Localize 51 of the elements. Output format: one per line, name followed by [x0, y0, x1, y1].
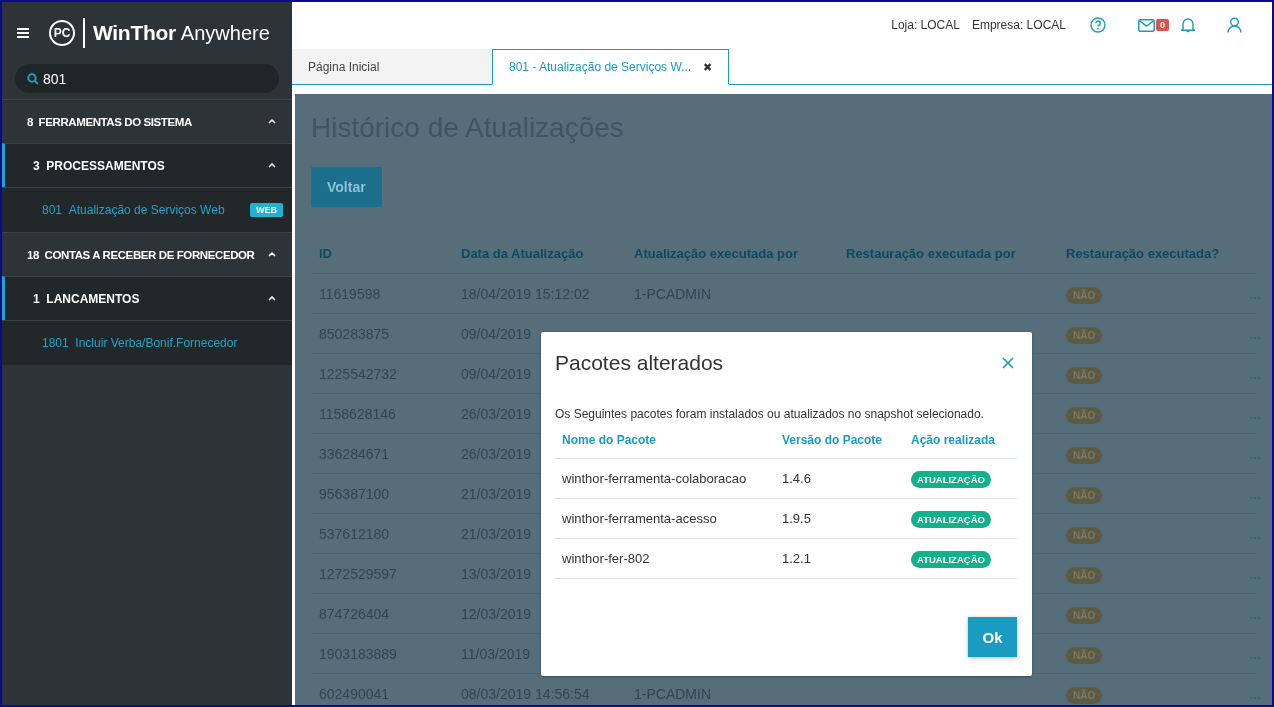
more-icon[interactable] — [1250, 376, 1260, 379]
product-name: Anywhere — [180, 21, 270, 45]
brand-name: WinThor — [93, 21, 176, 45]
more-icon[interactable] — [1250, 496, 1260, 499]
mail-icon[interactable] — [1138, 18, 1155, 32]
more-icon[interactable] — [1250, 296, 1260, 299]
more-icon[interactable] — [1250, 456, 1260, 459]
more-icon[interactable] — [1250, 336, 1260, 339]
more-icon[interactable] — [1250, 576, 1260, 579]
mail-count-badge: 0 — [1156, 18, 1169, 31]
menu-icon[interactable] — [17, 28, 29, 38]
table-cell: winthor-ferramenta-colaboracao — [562, 471, 747, 486]
tab[interactable]: Página Inicial — [292, 49, 492, 84]
more-icon[interactable] — [1250, 656, 1260, 659]
company-label: Empresa: LOCAL — [971, 18, 1066, 32]
menu-subgroup[interactable]: 3 PROCESSAMENTOS — [2, 143, 292, 187]
close-tab-icon[interactable]: ✖ — [703, 60, 713, 74]
tab[interactable]: 801 - Atualização de Serviços W... ✖ — [492, 49, 730, 85]
dialog-message: Os Seguintes pacotes foram instalados ou atualizados no snapshot selecionado. — [555, 407, 985, 421]
column-header: Ação realizada — [911, 433, 996, 447]
search-icon — [27, 73, 39, 85]
more-icon[interactable] — [1250, 616, 1260, 619]
column-header: Restauração executada? — [1066, 245, 1221, 261]
column-header: Data da Atualização — [461, 245, 585, 261]
table-cell: 1.2.1 — [782, 551, 811, 566]
more-icon[interactable] — [1250, 416, 1260, 419]
more-icon[interactable] — [1250, 696, 1260, 699]
action-badge: ATUALIZAÇÃO — [911, 471, 991, 488]
column-header: Nome do Pacote — [562, 433, 657, 447]
store-label: Loja: LOCAL — [891, 18, 960, 32]
menu-item[interactable]: 801 Atualização de Serviços Web — [42, 203, 225, 217]
help-icon[interactable] — [1090, 17, 1106, 33]
action-badge: ATUALIZAÇÃO — [911, 511, 991, 528]
close-icon[interactable] — [1002, 357, 1014, 369]
more-icon[interactable] — [1250, 536, 1260, 539]
bell-icon[interactable] — [1181, 17, 1195, 33]
user-icon[interactable] — [1227, 17, 1242, 33]
logo-mark: PC — [49, 20, 75, 46]
web-badge: WEB — [250, 203, 283, 217]
column-header: Atualização executada por — [634, 245, 799, 261]
table-cell: winthor-ferramenta-acesso — [562, 511, 717, 526]
search-field[interactable]: 801 — [15, 64, 279, 93]
column-header: Restauração executada por — [846, 245, 1017, 261]
table-cell: 1.4.6 — [782, 471, 811, 486]
table-cell: 1.9.5 — [782, 511, 811, 526]
action-badge: ATUALIZAÇÃO — [911, 551, 991, 568]
table-cell: winthor-fer-802 — [562, 551, 650, 566]
dialog-title: Pacotes alterados — [555, 351, 724, 375]
column-header: ID — [319, 245, 333, 261]
column-header: Versão do Pacote — [782, 433, 883, 447]
menu-subgroup[interactable]: 1 LANCAMENTOS — [2, 276, 292, 320]
